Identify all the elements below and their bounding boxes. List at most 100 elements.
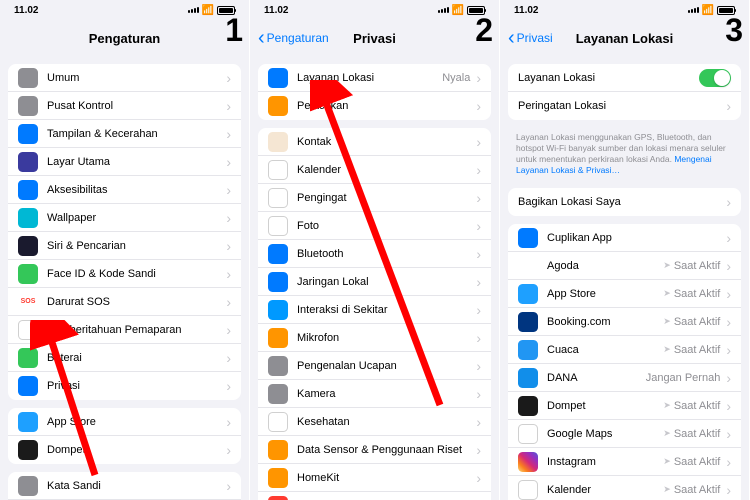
list-item[interactable]: Agoda➤Saat Aktif› <box>508 252 741 280</box>
chevron-right-icon: › <box>726 98 731 114</box>
chevron-right-icon: › <box>476 190 481 206</box>
list-item[interactable]: Mikrofon› <box>258 324 491 352</box>
list-item[interactable]: Booking.com➤Saat Aktif› <box>508 308 741 336</box>
list-item[interactable]: Pengenalan Ucapan› <box>258 352 491 380</box>
app-icon <box>518 228 538 248</box>
row-label: Dompet <box>547 400 663 412</box>
list-item[interactable]: Cuplikan App› <box>508 224 741 252</box>
list-item[interactable]: Kesehatan› <box>258 408 491 436</box>
step-badge-3: 3 <box>725 12 743 49</box>
chevron-right-icon: › <box>226 154 231 170</box>
list-item[interactable]: Umum› <box>8 64 241 92</box>
list-item[interactable]: Dompet› <box>8 436 241 464</box>
list-item[interactable]: Media & Apple Music› <box>258 492 491 500</box>
row-label: Privasi <box>47 380 222 392</box>
chevron-right-icon: › <box>726 314 731 330</box>
list-item[interactable]: Layar Utama› <box>8 148 241 176</box>
app-icon <box>18 180 38 200</box>
list-item[interactable]: Data Sensor & Penggunaan Riset › <box>258 436 491 464</box>
chevron-right-icon: › <box>726 342 731 358</box>
chevron-right-icon: › <box>226 210 231 226</box>
location-pin-icon: ➤ <box>663 288 671 299</box>
row-label: Google Maps <box>547 428 663 440</box>
nav-title: Layanan Lokasi <box>576 31 674 46</box>
row-label: Aksesibilitas <box>47 184 222 196</box>
screen-privasi: 2 11.02 📶 Pengaturan Privasi Layanan Lok… <box>250 0 500 500</box>
list-item[interactable]: Google Maps➤Saat Aktif› <box>508 420 741 448</box>
list-item[interactable]: Face ID & Kode Sandi› <box>8 260 241 288</box>
list-item[interactable]: App Store› <box>8 408 241 436</box>
app-icon <box>268 440 288 460</box>
list-item[interactable]: HomeKit› <box>258 464 491 492</box>
list-item[interactable]: Pusat Kontrol› <box>8 92 241 120</box>
list-item[interactable]: Pengingat› <box>258 184 491 212</box>
status-bar: 11.02 📶 <box>250 0 499 20</box>
row-label: Siri & Pencarian <box>47 240 222 252</box>
row-label: Kesehatan <box>297 416 472 428</box>
app-icon <box>268 96 288 116</box>
list-item[interactable]: Foto› <box>258 212 491 240</box>
row-label: Layanan Lokasi <box>518 72 699 84</box>
list-item[interactable]: Cuaca➤Saat Aktif› <box>508 336 741 364</box>
chevron-right-icon: › <box>476 162 481 178</box>
privacy-main-list: Kontak›Kalender›Pengingat›Foto›Bluetooth… <box>258 128 491 500</box>
list-item[interactable]: SOSDarurat SOS› <box>8 288 241 316</box>
list-item[interactable]: Interaksi di Sekitar› <box>258 296 491 324</box>
back-button[interactable]: Privasi <box>508 31 553 45</box>
app-icon <box>518 340 538 360</box>
list-item[interactable]: Siri & Pencarian› <box>8 232 241 260</box>
list-item[interactable]: Kontak› <box>258 128 491 156</box>
location-services-row[interactable]: Layanan Lokasi <box>508 64 741 92</box>
list-item[interactable]: Kamera› <box>258 380 491 408</box>
location-pin-icon: ➤ <box>663 484 671 495</box>
chevron-right-icon: › <box>226 414 231 430</box>
row-label: Kata Sandi <box>47 480 222 492</box>
nav-bar: Privasi Layanan Lokasi <box>500 20 749 56</box>
row-label: Face ID & Kode Sandi <box>47 268 222 280</box>
location-alerts-row[interactable]: Peringatan Lokasi › <box>508 92 741 120</box>
share-location-row[interactable]: Bagikan Lokasi Saya › <box>508 188 741 216</box>
list-item[interactable]: Layanan LokasiNyala› <box>258 64 491 92</box>
app-icon <box>18 264 38 284</box>
list-item[interactable]: DANAJangan Pernah› <box>508 364 741 392</box>
app-icon <box>518 368 538 388</box>
row-value: Saat Aktif <box>674 456 720 468</box>
row-label: Data Sensor & Penggunaan Riset <box>297 444 472 456</box>
app-icon <box>268 188 288 208</box>
list-item[interactable]: Kata Sandi› <box>8 472 241 500</box>
row-label: Instagram <box>547 456 663 468</box>
chevron-right-icon: › <box>226 98 231 114</box>
back-button[interactable]: Pengaturan <box>258 31 329 45</box>
chevron-right-icon: › <box>476 246 481 262</box>
chevron-right-icon: › <box>726 194 731 210</box>
row-label: Pelacakan <box>297 100 472 112</box>
chevron-right-icon: › <box>726 286 731 302</box>
app-icon <box>268 132 288 152</box>
list-item[interactable]: Tampilan & Kecerahan› <box>8 120 241 148</box>
app-icon <box>18 236 38 256</box>
list-item[interactable]: Wallpaper› <box>8 204 241 232</box>
screen-pengaturan: 1 11.02 📶 Pengaturan Umum›Pusat Kontrol›… <box>0 0 250 500</box>
list-item[interactable]: App Store➤Saat Aktif› <box>508 280 741 308</box>
list-item[interactable]: Pelacakan› <box>258 92 491 120</box>
list-item[interactable]: Baterai› <box>8 344 241 372</box>
row-label: Kontak <box>297 136 472 148</box>
list-item[interactable]: Aksesibilitas› <box>8 176 241 204</box>
row-value: Saat Aktif <box>674 260 720 272</box>
row-value: Saat Aktif <box>674 344 720 356</box>
chevron-right-icon: › <box>726 454 731 470</box>
list-item[interactable]: Jaringan Lokal› <box>258 268 491 296</box>
list-item[interactable]: Privasi› <box>8 372 241 400</box>
toggle-on-icon[interactable] <box>699 69 731 87</box>
list-item[interactable]: Bluetooth› <box>258 240 491 268</box>
chevron-right-icon: › <box>476 442 481 458</box>
app-icon <box>18 96 38 116</box>
location-pin-icon: ➤ <box>663 428 671 439</box>
list-item[interactable]: Kalender➤Saat Aktif› <box>508 476 741 500</box>
list-item[interactable]: Dompet➤Saat Aktif› <box>508 392 741 420</box>
nav-bar: Pengaturan Privasi <box>250 20 499 56</box>
list-item[interactable]: Pemberitahuan Pemaparan› <box>8 316 241 344</box>
list-item[interactable]: Instagram➤Saat Aktif› <box>508 448 741 476</box>
list-item[interactable]: Kalender› <box>258 156 491 184</box>
row-label: Jaringan Lokal <box>297 276 472 288</box>
